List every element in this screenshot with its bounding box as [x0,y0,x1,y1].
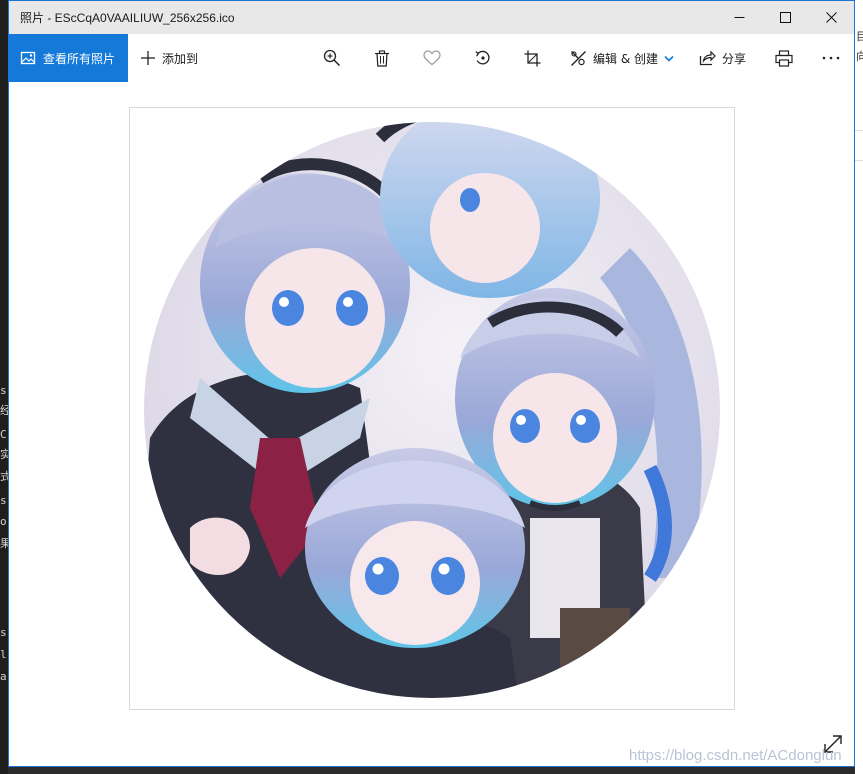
rotate-icon [475,50,490,65]
delete-button[interactable] [374,34,390,82]
more-icon [822,56,840,60]
watermark-text: https://blog.csdn.net/ACdonglun [629,747,842,764]
photos-window: 照片 - EScCqA0VAAILIUW_256x256.ico 查看所有照片 … [8,0,855,767]
close-button[interactable] [808,1,854,34]
crop-icon [524,50,541,66]
photo-gallery-icon [20,50,36,66]
bg-divider [855,160,863,161]
minimize-button[interactable] [716,1,762,34]
rotate-button[interactable] [474,34,492,82]
command-bar: 查看所有照片 添加到 编辑 & 创建 分享 [9,34,854,82]
add-to-button[interactable]: 添加到 [140,34,198,82]
minimize-icon [734,17,744,18]
zoom-in-icon [323,49,341,67]
edit-create-icon [571,50,586,66]
more-options-button[interactable] [822,34,840,82]
printer-icon [775,49,793,67]
add-to-label: 添加到 [162,51,199,66]
plus-icon [141,51,155,65]
edit-create-button[interactable]: 编辑 & 创建 [570,34,674,82]
maximize-button[interactable] [762,1,808,34]
bg-glyph: C [0,428,7,441]
title-bar[interactable]: 照片 - EScCqA0VAAILIUW_256x256.ico [9,1,854,34]
bg-glyph: s [0,494,7,507]
share-label: 分享 [722,51,747,66]
photo-anime-girls-illustration [144,122,720,698]
bg-glyph: 目 [856,30,863,43]
zoom-button[interactable] [323,34,341,82]
crop-button[interactable] [524,34,541,82]
bg-glyph: s [0,626,7,639]
maximize-icon [779,12,791,23]
edit-create-label: 编辑 & 创建 [593,51,658,66]
background-window-right: 目 向 [855,0,863,774]
bg-divider [855,130,863,131]
favorite-button[interactable] [423,34,441,82]
share-button[interactable]: 分享 [699,34,746,82]
chevron-down-icon [664,55,674,62]
bg-glyph: a [0,670,7,683]
view-all-photos-label: 查看所有照片 [43,51,116,66]
bg-glyph: s [0,384,7,397]
share-icon [699,50,716,66]
close-icon [825,12,837,23]
window-controls [716,1,854,34]
window-title: 照片 - EScCqA0VAAILIUW_256x256.ico [20,11,235,25]
bg-glyph: l [0,648,7,661]
heart-icon [423,50,441,66]
photo-viewport[interactable] [129,107,735,710]
bg-glyph: 向 [856,50,863,63]
background-editor-left: s 经 C 实 式 s or 果 s l a [0,0,13,774]
print-button[interactable] [775,34,793,82]
view-all-photos-button[interactable]: 查看所有照片 [9,34,128,82]
trash-icon [375,49,389,67]
photo-canvas: https://blog.csdn.net/ACdonglun [9,82,854,766]
